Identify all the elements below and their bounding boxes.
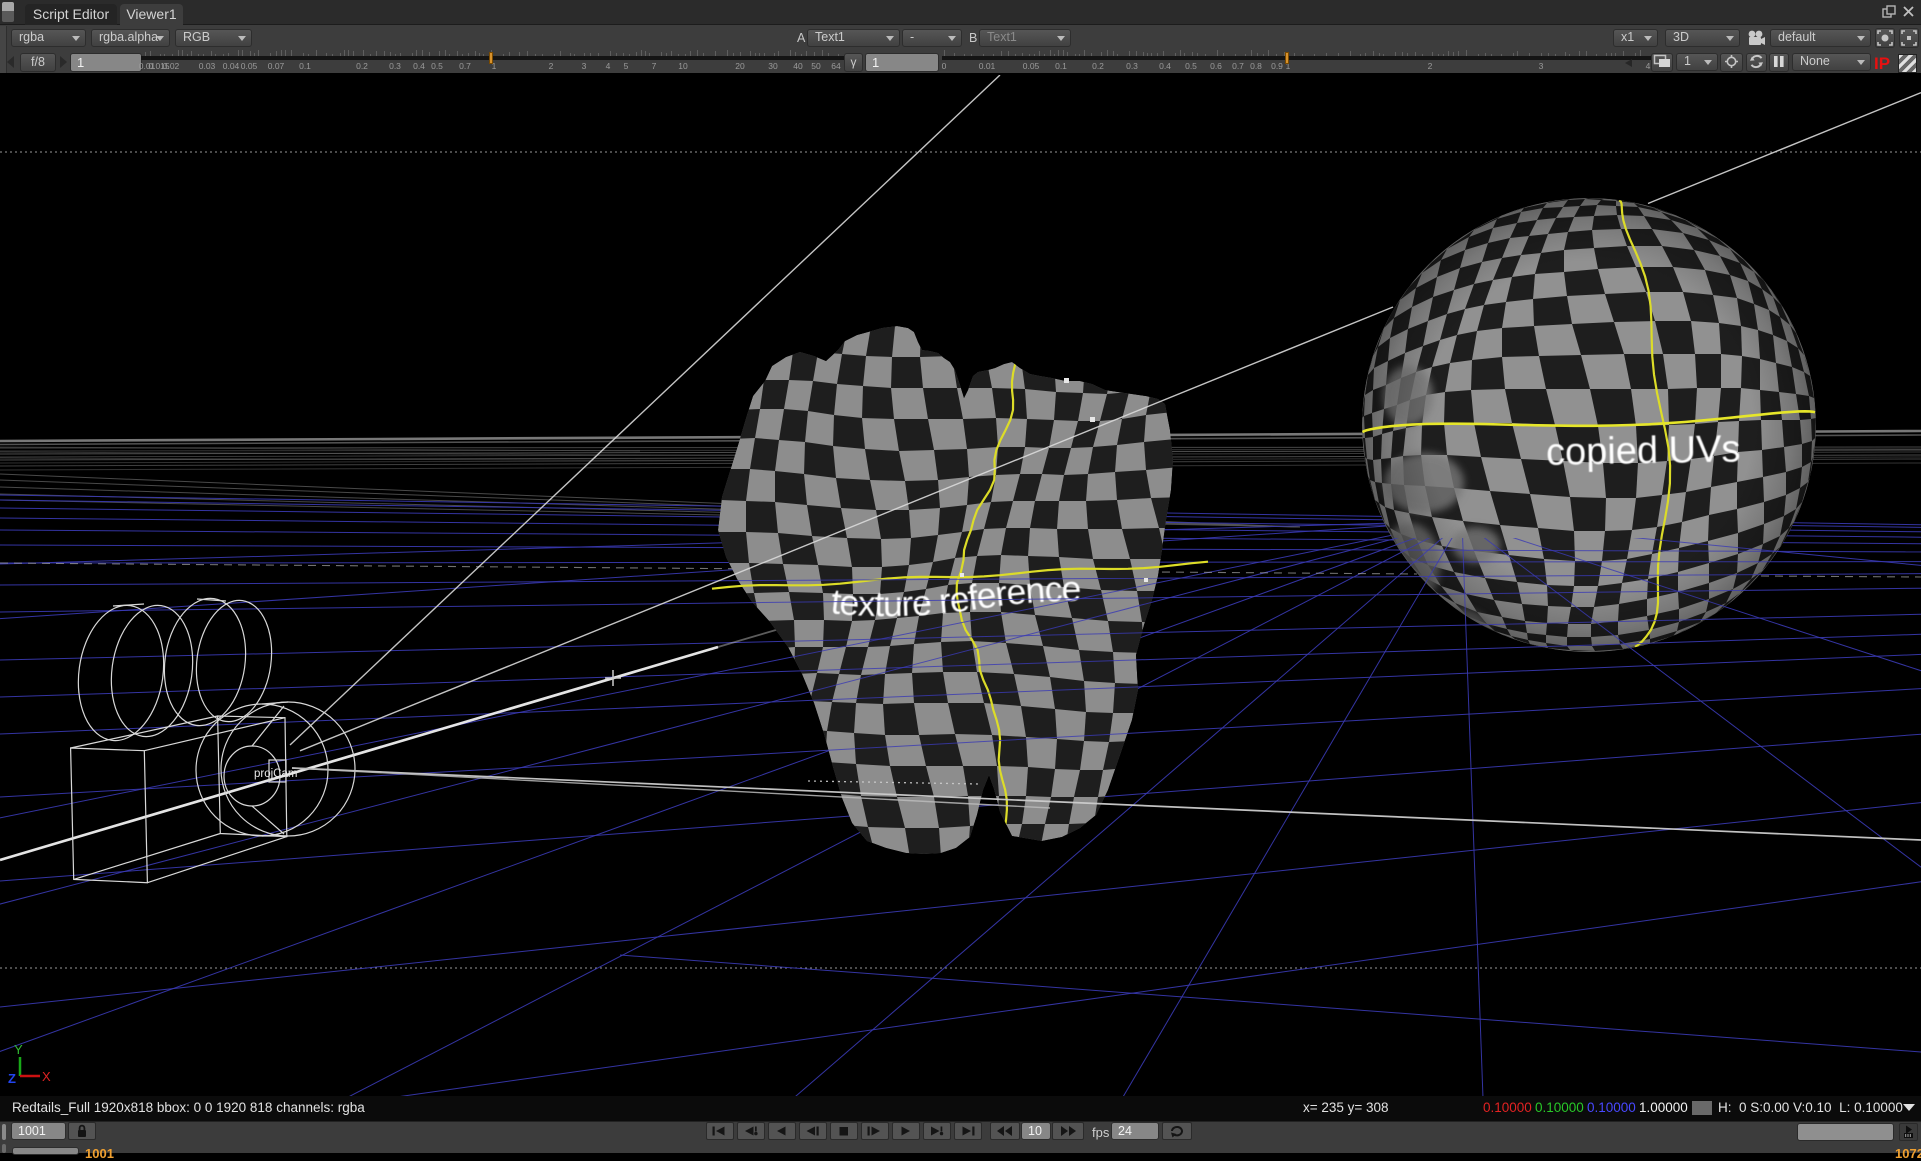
svg-text:projCam: projCam xyxy=(254,768,297,780)
svg-text:X: X xyxy=(42,1069,51,1084)
svg-text:Y: Y xyxy=(14,1042,23,1057)
svg-text:copied UVs: copied UVs xyxy=(1546,428,1741,473)
svg-text:Z: Z xyxy=(8,1071,16,1086)
